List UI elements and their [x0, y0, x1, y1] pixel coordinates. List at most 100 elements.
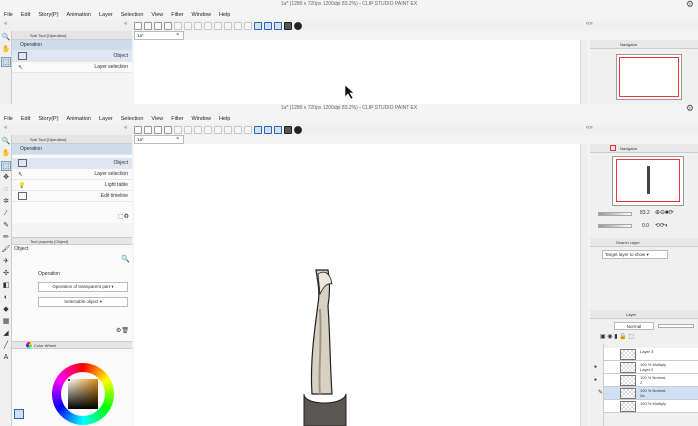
- back-navigator-preview[interactable]: [616, 54, 682, 100]
- menu-icon[interactable]: [284, 21, 292, 30]
- fill-icon[interactable]: [224, 21, 232, 30]
- snap-ruler-icon[interactable]: [254, 125, 262, 134]
- back-sub-tool-tab[interactable]: Sub Tool [Operation]: [30, 33, 66, 38]
- back-menu-help[interactable]: Help: [219, 12, 230, 18]
- layer-tab[interactable]: Layer: [626, 312, 636, 317]
- menu-file[interactable]: File: [4, 116, 13, 122]
- canvas-scrollbar[interactable]: [580, 144, 588, 426]
- auto-select-tool-icon[interactable]: ✲: [1, 197, 11, 207]
- back-menu-window[interactable]: Window: [191, 12, 211, 18]
- menu-layer[interactable]: Layer: [99, 116, 113, 122]
- main-color-swatch[interactable]: [14, 409, 24, 419]
- brush-tool-icon[interactable]: 🖌: [1, 245, 11, 255]
- blend-mode-select[interactable]: Normal: [614, 322, 654, 330]
- help-icon[interactable]: [294, 125, 302, 134]
- transform-icon[interactable]: [194, 21, 202, 30]
- back-menu-animation[interactable]: Animation: [67, 12, 91, 18]
- snap-special-icon[interactable]: [274, 21, 282, 30]
- clear-icon[interactable]: [184, 125, 192, 134]
- selectable-object-select[interactable]: Selectable object ▾: [38, 297, 128, 307]
- menu-selection[interactable]: Selection: [121, 116, 144, 122]
- tool-property-tab[interactable]: Tool property [Object]: [30, 239, 68, 244]
- layer-row-selected[interactable]: ✎ 100 % Normal 2a: [598, 387, 698, 400]
- back-menu-filter[interactable]: Filter: [171, 12, 183, 18]
- doc-close-icon[interactable]: ×: [176, 136, 179, 142]
- save-icon[interactable]: [154, 125, 162, 134]
- navigator-preview[interactable]: [612, 156, 684, 206]
- back-zoom-tool-icon[interactable]: 🔍: [1, 33, 11, 43]
- search-layer-tab[interactable]: Search Layer: [616, 240, 640, 245]
- menu-edit[interactable]: Edit: [21, 116, 30, 122]
- decoration-tool-icon[interactable]: ✣: [1, 269, 11, 279]
- pen-tool-icon[interactable]: ✎: [1, 221, 11, 231]
- deselect-icon[interactable]: [244, 125, 252, 134]
- layer-tools-icons[interactable]: ▣ ◉ ▮ 🔒 ⬚: [600, 333, 634, 340]
- color-wheel-tab[interactable]: Color Wheel: [34, 343, 56, 348]
- navigator-zoom-slider[interactable]: [598, 212, 632, 216]
- airbrush-tool-icon[interactable]: ✈: [1, 257, 11, 267]
- sub-tool-layer-selection[interactable]: ↖ Layer selection: [12, 169, 132, 180]
- frame-tool-icon[interactable]: ╱: [1, 341, 11, 351]
- menu-window[interactable]: Window: [191, 116, 211, 122]
- back-menu-layer[interactable]: Layer: [99, 12, 113, 18]
- undo-icon[interactable]: [164, 21, 172, 30]
- menu-icon[interactable]: [284, 125, 292, 134]
- lasso-tool-icon[interactable]: ◌: [1, 185, 11, 195]
- layer-row[interactable]: ● 100 % Multiply Layer 2: [594, 361, 698, 374]
- sub-tool-edit-timeline[interactable]: Edit timeline: [12, 191, 132, 202]
- tool-property-search-icon[interactable]: 🔍: [121, 255, 130, 263]
- snap-ruler-icon[interactable]: [254, 21, 262, 30]
- back-canvas[interactable]: [134, 40, 580, 104]
- back-sub-tool-group[interactable]: Operation: [12, 40, 132, 51]
- layer-opacity-slider[interactable]: [658, 324, 694, 328]
- layer-visibility-icon[interactable]: ●: [594, 377, 597, 383]
- back-expand-icon[interactable]: «: [124, 21, 127, 27]
- snap-grid-icon[interactable]: [264, 21, 272, 30]
- text-tool-icon[interactable]: A: [1, 353, 11, 363]
- help-icon[interactable]: [294, 21, 302, 30]
- navigator-zoom-icons[interactable]: ⊕⊖■⟳: [655, 209, 674, 216]
- fill-icon[interactable]: [224, 125, 232, 134]
- redo-icon[interactable]: [174, 125, 182, 134]
- menu-help[interactable]: Help: [219, 116, 230, 122]
- sub-tool-light-table[interactable]: 💡 Light table: [12, 180, 132, 191]
- target-layer-select[interactable]: Target layer to show ▾: [602, 250, 668, 259]
- undo-icon[interactable]: [164, 125, 172, 134]
- collapse-left-icon[interactable]: «: [4, 125, 7, 131]
- pencil-tool-icon[interactable]: ✏: [1, 233, 11, 243]
- select-icon[interactable]: [234, 125, 242, 134]
- window-settings-icon[interactable]: ⚙: [686, 104, 694, 113]
- eyedropper-tool-icon[interactable]: ⁄: [1, 209, 11, 219]
- pen-icon[interactable]: [204, 21, 212, 30]
- new-file-icon[interactable]: [134, 21, 142, 30]
- save-icon[interactable]: [154, 21, 162, 30]
- menu-story[interactable]: Story(P): [38, 116, 58, 122]
- gradient-tool-icon[interactable]: ▦: [1, 317, 11, 327]
- color-saturation-square[interactable]: [68, 379, 98, 409]
- navigator-rotate-icons[interactable]: ⟲⟳◐: [655, 222, 669, 229]
- sub-tool-group[interactable]: Operation: [12, 144, 132, 155]
- layer-row[interactable]: Layer 3: [604, 348, 698, 361]
- tool-property-settings-icon[interactable]: ⚙🗑: [116, 327, 129, 334]
- back-right-collapse-icon[interactable]: «»: [586, 21, 593, 27]
- pen-icon[interactable]: [204, 125, 212, 134]
- expand-icon[interactable]: «: [124, 125, 127, 131]
- new-file-icon[interactable]: [134, 125, 142, 134]
- crop-icon[interactable]: [214, 21, 222, 30]
- layer-visibility-icon[interactable]: ●: [594, 364, 597, 370]
- back-canvas-scrollbar[interactable]: [580, 40, 588, 104]
- layer-row[interactable]: 100 % Multiply: [604, 400, 698, 413]
- back-menu-selection[interactable]: Selection: [121, 12, 144, 18]
- sub-tool-options-icon[interactable]: ⬚♻: [118, 213, 129, 220]
- menu-filter[interactable]: Filter: [171, 116, 183, 122]
- move-layer-tool-icon[interactable]: ✥: [1, 173, 11, 183]
- menu-animation[interactable]: Animation: [67, 116, 91, 122]
- back-hand-tool-icon[interactable]: ✋: [1, 45, 11, 55]
- back-sub-tool-object[interactable]: Object: [12, 51, 132, 62]
- layer-row[interactable]: ● 100 % Normal 2: [594, 374, 698, 387]
- figure-tool-icon[interactable]: ◢: [1, 329, 11, 339]
- right-collapse-icon[interactable]: «»: [586, 125, 593, 131]
- snap-grid-icon[interactable]: [264, 125, 272, 134]
- open-file-icon[interactable]: [144, 21, 152, 30]
- transform-icon[interactable]: [194, 125, 202, 134]
